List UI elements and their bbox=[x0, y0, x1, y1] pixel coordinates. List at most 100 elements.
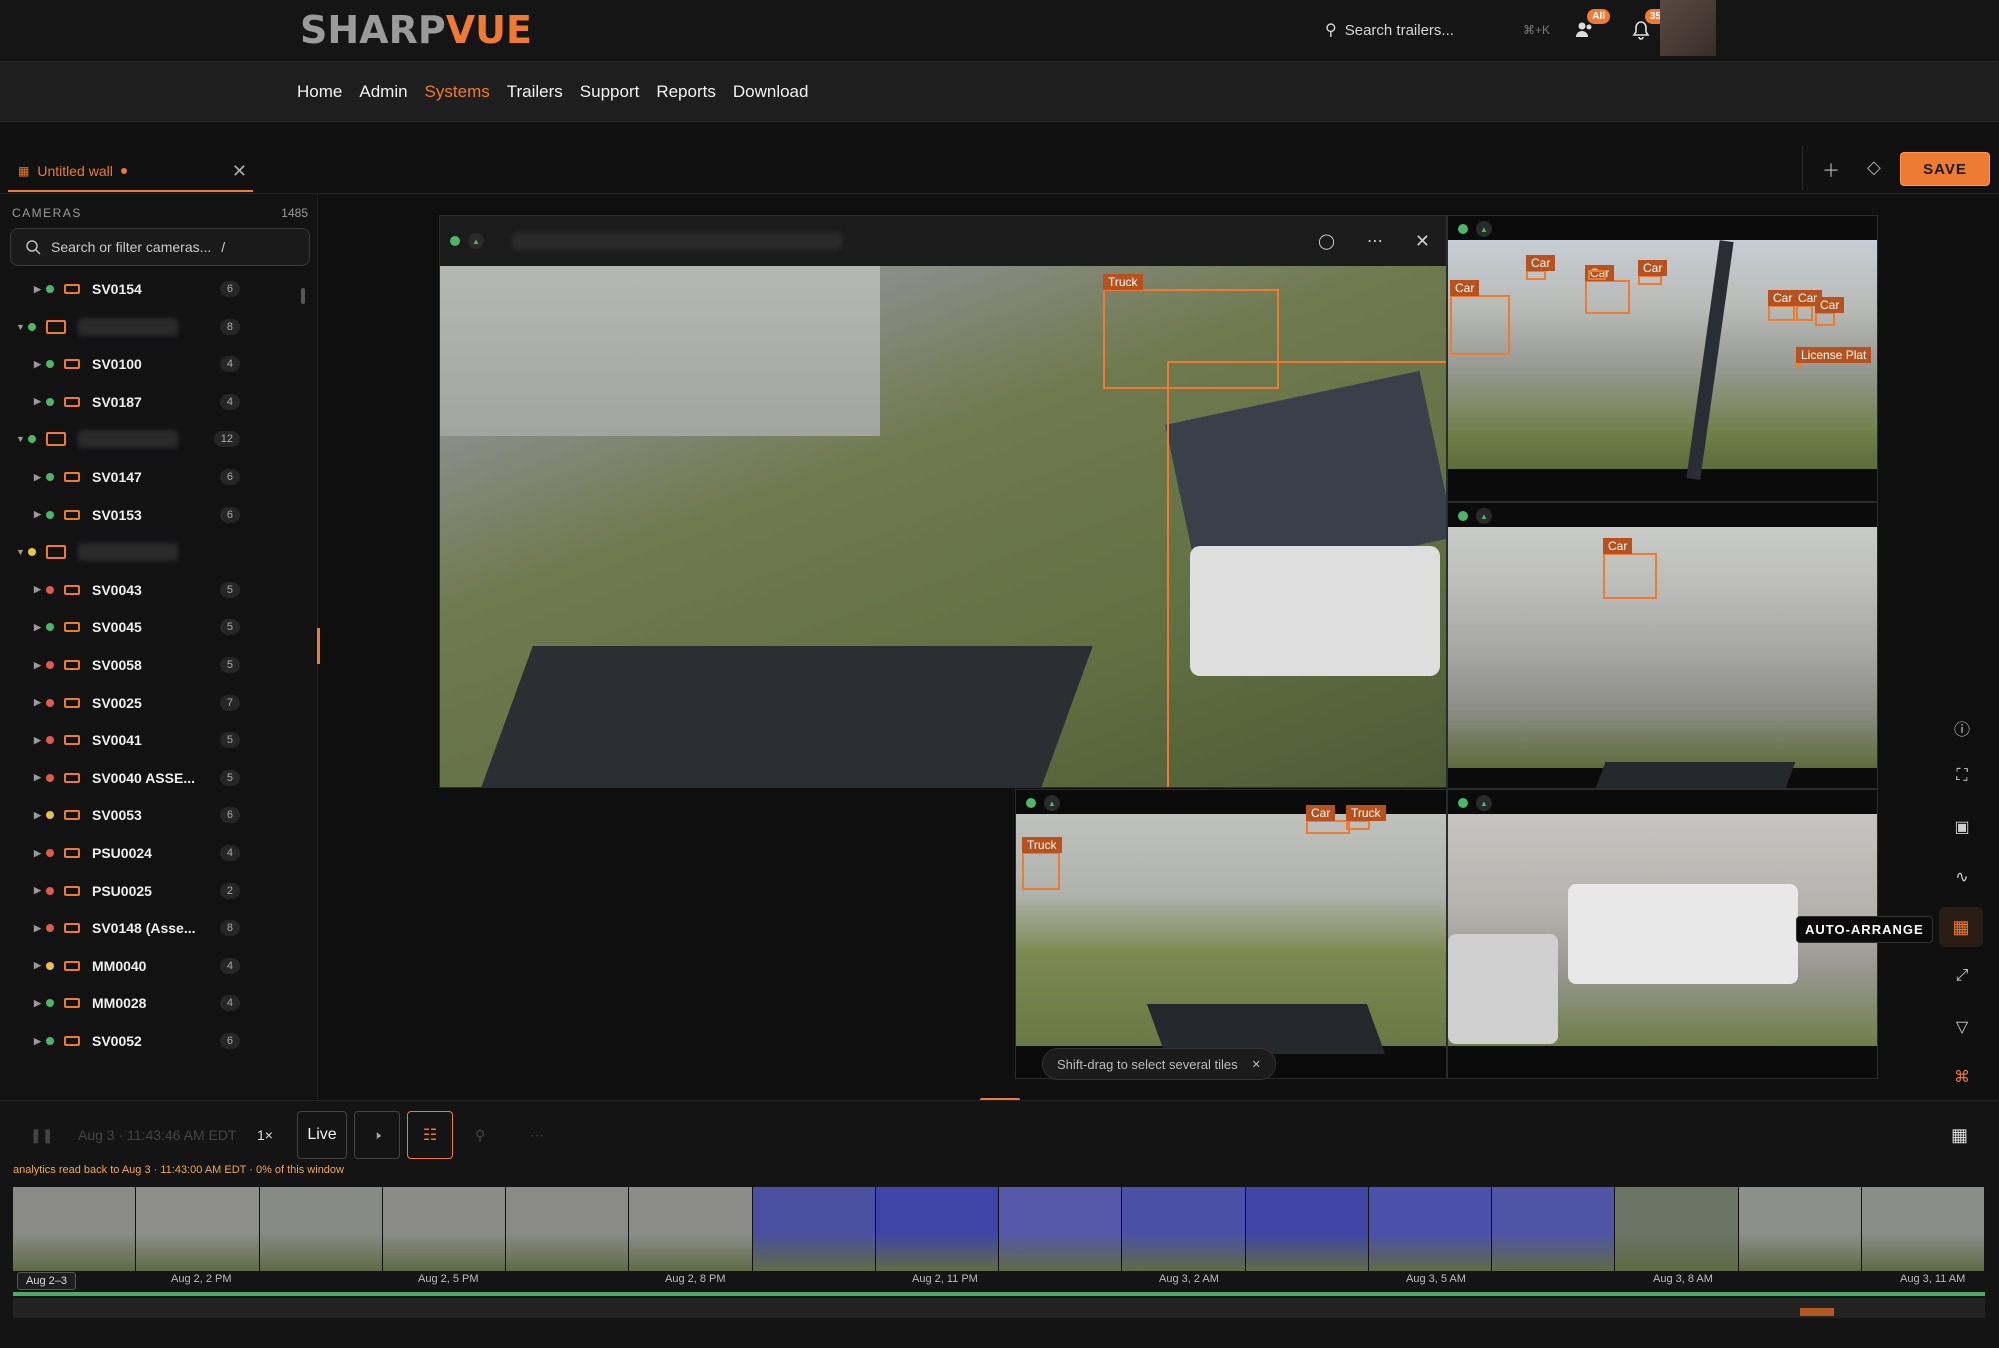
window-icon[interactable]: ▣ bbox=[1952, 817, 1972, 837]
expand-arrow-icon[interactable]: ▶ bbox=[34, 848, 46, 859]
expand-arrow-icon[interactable]: ▶ bbox=[34, 584, 46, 595]
pause-icon[interactable]: ❚❚ bbox=[30, 1111, 53, 1159]
ptz-icon[interactable]: ◯ bbox=[1318, 232, 1335, 250]
more-icon[interactable]: ⋯ bbox=[530, 1111, 544, 1159]
expand-arrow-icon[interactable]: ▶ bbox=[34, 998, 46, 1009]
thumbnail[interactable] bbox=[13, 1187, 137, 1271]
speed-select[interactable]: 1× bbox=[257, 1111, 273, 1159]
expand-arrow-icon[interactable]: ▶ bbox=[34, 960, 46, 971]
expand-arrow-icon[interactable]: ▶ bbox=[34, 509, 46, 520]
thumbnail[interactable] bbox=[1492, 1187, 1616, 1271]
user-avatar[interactable] bbox=[1660, 0, 1716, 56]
auto-arrange-button[interactable]: ▦ bbox=[1939, 907, 1983, 947]
expand-arrow-icon[interactable]: ▼ bbox=[16, 322, 28, 332]
expand-arrow-icon[interactable]: ▶ bbox=[34, 735, 46, 746]
camera-row[interactable]: ▶ PSU0024 4 bbox=[0, 838, 300, 868]
thumbnail[interactable] bbox=[752, 1187, 876, 1271]
timeline-playhead[interactable] bbox=[1800, 1308, 1834, 1316]
camera-row[interactable]: ▶ SV0025 7 bbox=[0, 688, 300, 718]
timeline-track[interactable] bbox=[13, 1298, 1985, 1318]
nav-systems[interactable]: Systems bbox=[425, 82, 490, 102]
expand-arrow-icon[interactable]: ▼ bbox=[16, 547, 28, 557]
thumbnail-strip[interactable] bbox=[13, 1187, 1985, 1271]
grid-icon[interactable]: ▦ bbox=[1951, 1111, 1968, 1159]
expand-arrow-icon[interactable]: ▶ bbox=[34, 359, 46, 370]
camera-row[interactable]: ▶ SV0052 6 bbox=[0, 1026, 300, 1056]
expand-arrow-icon[interactable]: ▶ bbox=[34, 660, 46, 671]
search-icon[interactable]: ⚲ bbox=[475, 1111, 485, 1159]
thumbnail[interactable] bbox=[136, 1187, 260, 1271]
camera-row[interactable]: ▶ SV0153 6 bbox=[0, 500, 300, 530]
filter-icon[interactable]: ▽ bbox=[1952, 1017, 1972, 1037]
camera-row[interactable]: ▶ SV0147 6 bbox=[0, 462, 300, 492]
expand-arrow-icon[interactable]: ▶ bbox=[34, 472, 46, 483]
eraser-icon[interactable]: ◇ bbox=[1867, 157, 1881, 178]
sharpvue-logo[interactable]: SHARPVUE bbox=[300, 8, 532, 52]
expand-icon[interactable]: ⤢ bbox=[1952, 967, 1972, 985]
users-icon[interactable]: All bbox=[1570, 9, 1610, 45]
camera-row[interactable]: ▶ SV0148 (Asse... 8 bbox=[0, 913, 300, 943]
camera-row[interactable]: ▶ MM0028 4 bbox=[0, 988, 300, 1018]
expand-arrow-icon[interactable]: ▶ bbox=[34, 622, 46, 633]
expand-arrow-icon[interactable]: ▶ bbox=[34, 396, 46, 407]
thumbnail[interactable] bbox=[1122, 1187, 1246, 1271]
nav-admin[interactable]: Admin bbox=[359, 82, 407, 102]
camera-row[interactable]: ▶ SV0041 5 bbox=[0, 725, 300, 755]
thumbnail[interactable] bbox=[1738, 1187, 1862, 1271]
nav-home[interactable]: Home bbox=[297, 82, 342, 102]
camera-row[interactable]: ▶ PSU0025 2 bbox=[0, 876, 300, 906]
camera-group[interactable]: ▼ bbox=[0, 537, 300, 567]
activity-icon[interactable]: ∿ bbox=[1952, 867, 1972, 887]
nav-support[interactable]: Support bbox=[580, 82, 640, 102]
more-icon[interactable]: ⋯ bbox=[1367, 231, 1383, 251]
mute-icon[interactable]: 🕨 bbox=[354, 1111, 400, 1159]
fullscreen-icon[interactable]: ⛶ bbox=[1952, 767, 1972, 785]
close-tip-icon[interactable]: ✕ bbox=[1252, 1058, 1261, 1071]
camera-row[interactable]: ▶ SV0043 5 bbox=[0, 575, 300, 605]
sidebar-scrollbar[interactable] bbox=[301, 288, 305, 304]
nav-reports[interactable]: Reports bbox=[656, 82, 716, 102]
add-icon[interactable]: ＋ bbox=[1822, 157, 1840, 183]
expand-arrow-icon[interactable]: ▶ bbox=[34, 772, 46, 783]
live-button[interactable]: Live bbox=[297, 1111, 347, 1159]
expand-arrow-icon[interactable]: ▶ bbox=[34, 923, 46, 934]
camera-tile-main[interactable]: ▲ ◯ ⋯ ✕ Truck bbox=[439, 215, 1447, 788]
thumbnail[interactable] bbox=[999, 1187, 1123, 1271]
camera-tile-bottom-mid[interactable]: ▲ Truck Car Truck bbox=[1015, 789, 1447, 1079]
camera-group[interactable]: ▼ 8 bbox=[0, 312, 300, 342]
camera-row[interactable]: ▶ SV0053 6 bbox=[0, 800, 300, 830]
camera-group[interactable]: ▼ 12 bbox=[0, 424, 300, 454]
camera-row[interactable]: ▶ SV0058 5 bbox=[0, 650, 300, 680]
thumbnail[interactable] bbox=[1245, 1187, 1369, 1271]
camera-row[interactable]: ▶ SV0045 5 bbox=[0, 612, 300, 642]
camera-row[interactable]: ▶ SV0154 6 bbox=[0, 274, 300, 304]
expand-arrow-icon[interactable]: ▶ bbox=[34, 1036, 46, 1047]
bell-icon[interactable]: 35 bbox=[1626, 9, 1666, 45]
thumbnail[interactable] bbox=[506, 1187, 630, 1271]
expand-arrow-icon[interactable]: ▶ bbox=[34, 284, 46, 295]
thumbnail[interactable] bbox=[259, 1187, 383, 1271]
save-button[interactable]: SAVE bbox=[1900, 152, 1990, 186]
close-icon[interactable]: ✕ bbox=[1415, 231, 1430, 252]
help-icon[interactable]: ⓘ bbox=[1952, 716, 1972, 740]
camera-row[interactable]: ▶ MM0040 4 bbox=[0, 951, 300, 981]
thumbnail[interactable] bbox=[1368, 1187, 1492, 1271]
expand-arrow-icon[interactable]: ▶ bbox=[34, 885, 46, 896]
close-tab-icon[interactable]: ✕ bbox=[232, 161, 247, 182]
thumbnail[interactable] bbox=[1861, 1187, 1985, 1271]
expand-arrow-icon[interactable]: ▶ bbox=[34, 810, 46, 821]
range-pill[interactable]: Aug 2–3 bbox=[17, 1272, 76, 1290]
trailer-search[interactable]: ⚲ Search trailers... ⌘+K bbox=[1325, 17, 1550, 43]
selection-icon[interactable]: ⌘ bbox=[1952, 1067, 1972, 1087]
nav-trailers[interactable]: Trailers bbox=[507, 82, 563, 102]
camera-row[interactable]: ▶ SV0040 ASSE... 5 bbox=[0, 763, 300, 793]
thumbnail[interactable] bbox=[629, 1187, 753, 1271]
camera-tile-mid-right[interactable]: ▲ Car bbox=[1447, 502, 1878, 789]
thumbnail[interactable] bbox=[382, 1187, 506, 1271]
expand-arrow-icon[interactable]: ▼ bbox=[16, 434, 28, 444]
camera-tile-top-right[interactable]: ▲ Car Car Car Car Car Car Car License Pl… bbox=[1447, 215, 1878, 502]
camera-search-input[interactable]: Search or filter cameras... / bbox=[10, 228, 310, 266]
camera-row[interactable]: ▶ SV0100 4 bbox=[0, 349, 300, 379]
film-icon[interactable]: ☷ bbox=[407, 1111, 453, 1159]
thumbnail[interactable] bbox=[1615, 1187, 1739, 1271]
